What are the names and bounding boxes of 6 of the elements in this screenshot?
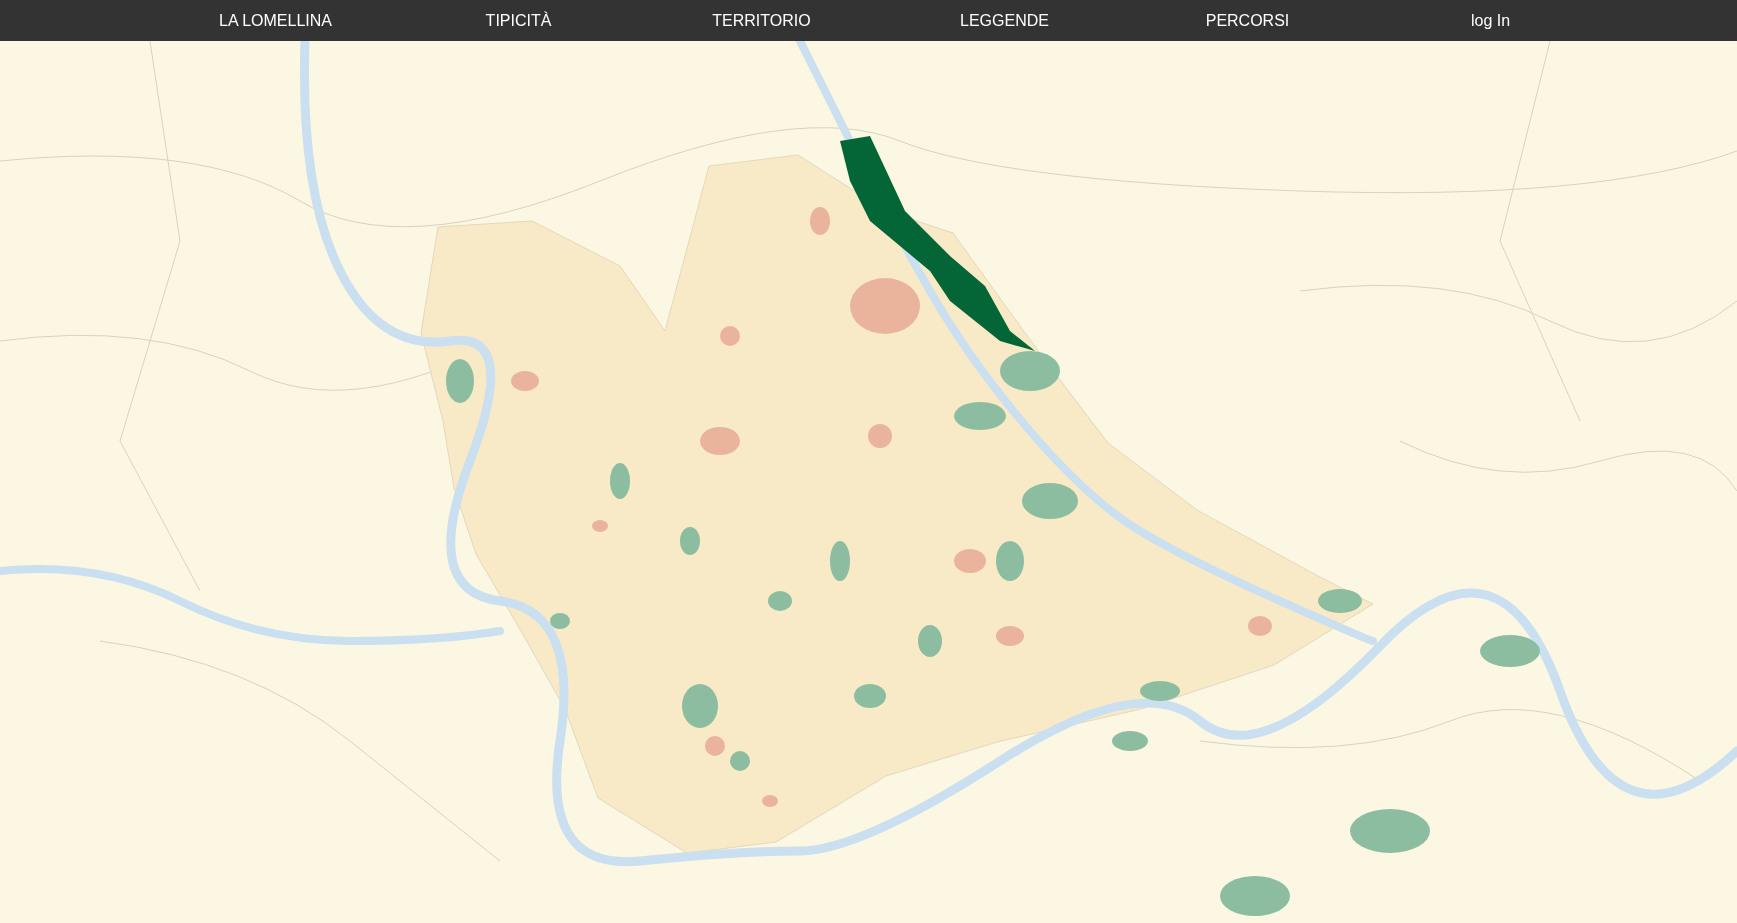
nav-link[interactable]: LA LOMELLINA (154, 11, 397, 30)
nav-link[interactable]: TIPICITÀ (397, 11, 640, 30)
nav-link[interactable]: LEGGENDE (883, 11, 1126, 30)
nav-link[interactable]: log In (1369, 11, 1612, 30)
nav-link[interactable]: TERRITORIO (640, 11, 883, 30)
nav-link[interactable]: PERCORSI (1126, 11, 1369, 30)
